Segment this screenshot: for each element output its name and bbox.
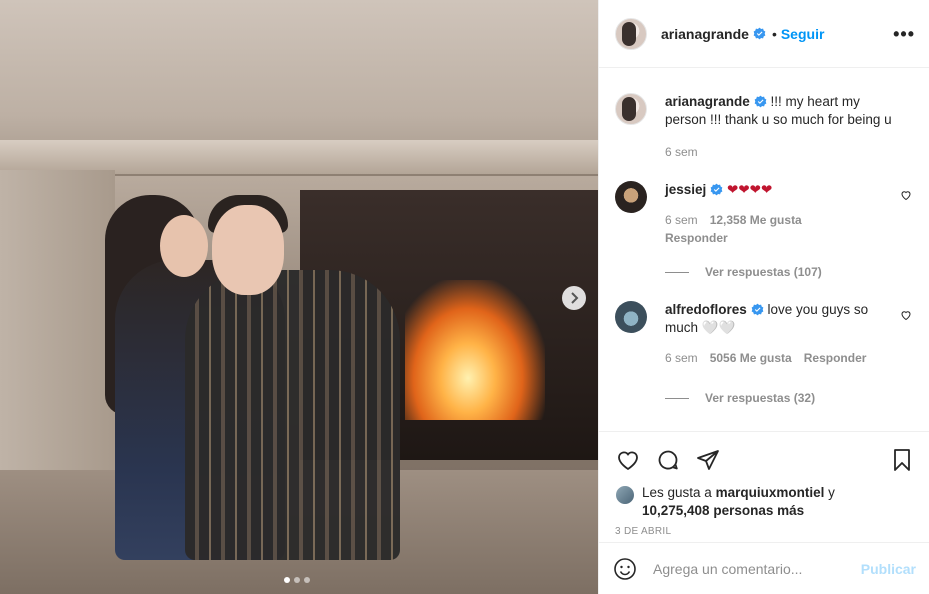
verified-badge-icon xyxy=(753,27,766,40)
publish-button[interactable]: Publicar xyxy=(861,561,916,577)
share-send-icon[interactable] xyxy=(695,448,721,472)
verified-badge-icon xyxy=(751,303,764,316)
liker-username[interactable]: marquiuxmontiel xyxy=(716,485,825,500)
comment-username[interactable]: jessiej xyxy=(665,182,706,197)
replies-divider xyxy=(665,271,689,273)
photo-face-left xyxy=(160,215,208,277)
carousel-indicator xyxy=(284,577,310,583)
author-avatar[interactable] xyxy=(615,17,647,50)
comment-likes[interactable]: 5056 Me gusta xyxy=(710,349,792,367)
separator-dot: • xyxy=(771,25,777,42)
comment-likes[interactable]: 12,358 Me gusta xyxy=(710,211,802,229)
post-actions: Les gusta a marquiuxmontiel y 10,275,408… xyxy=(599,431,929,537)
emoji-icon[interactable] xyxy=(613,557,637,581)
view-replies-label: Ver respuestas (107) xyxy=(705,265,822,279)
comment-item: jessiej ❤❤❤❤ 6 sem 12,358 Me gusta Respo… xyxy=(615,181,914,247)
commenter-avatar[interactable] xyxy=(615,181,647,213)
caption-avatar[interactable] xyxy=(615,93,647,125)
photo-face-right xyxy=(212,205,284,295)
post-side-panel: arianagrande • Seguir ••• arianagrande !… xyxy=(598,0,929,594)
add-comment-bar: Publicar xyxy=(599,542,929,594)
photo-person-right xyxy=(185,270,400,560)
comment-text: ❤❤❤❤ xyxy=(723,182,773,197)
view-replies-label: Ver respuestas (32) xyxy=(705,391,816,405)
comment-item: alfredoflores love you guys so much 🤍🤍 6… xyxy=(615,301,914,367)
comment-time[interactable]: 6 sem xyxy=(665,349,698,367)
carousel-next-button[interactable] xyxy=(562,286,586,310)
verified-badge-icon xyxy=(754,95,767,108)
post-header: arianagrande • Seguir ••• xyxy=(599,0,929,68)
bookmark-icon[interactable] xyxy=(890,447,914,473)
liker-avatar[interactable] xyxy=(615,485,635,505)
more-options-icon[interactable]: ••• xyxy=(893,24,915,45)
photo-pillar xyxy=(0,170,115,470)
comments-list[interactable]: arianagrande !!! my heart my person !!! … xyxy=(599,69,929,431)
view-replies-button[interactable]: Ver respuestas (32) xyxy=(665,391,914,405)
comment-input[interactable] xyxy=(653,560,861,577)
view-replies-button[interactable]: Ver respuestas (107) xyxy=(665,265,914,279)
carousel-dot-active xyxy=(284,577,290,583)
follow-button[interactable]: Seguir xyxy=(781,26,825,42)
like-comment-heart-icon[interactable] xyxy=(900,189,912,201)
likes-summary: Les gusta a marquiuxmontiel y 10,275,408… xyxy=(615,484,914,520)
caption: arianagrande !!! my heart my person !!! … xyxy=(615,93,914,161)
commenter-avatar[interactable] xyxy=(615,301,647,333)
caption-username[interactable]: arianagrande xyxy=(665,94,750,109)
photo-fire xyxy=(405,280,545,420)
post-photo[interactable] xyxy=(0,0,598,594)
caption-time[interactable]: 6 sem xyxy=(665,143,698,161)
comment-time[interactable]: 6 sem xyxy=(665,211,698,229)
carousel-dot xyxy=(304,577,310,583)
comment-bubble-icon[interactable] xyxy=(655,448,681,472)
verified-badge-icon xyxy=(710,183,723,196)
post-date[interactable]: 3 DE ABRIL xyxy=(615,526,914,537)
reply-button[interactable]: Responder xyxy=(804,349,867,367)
likes-others-count[interactable]: 10,275,408 personas más xyxy=(642,503,804,518)
chevron-right-icon xyxy=(571,292,579,304)
like-comment-heart-icon[interactable] xyxy=(900,309,912,321)
carousel-dot xyxy=(294,577,300,583)
like-heart-icon[interactable] xyxy=(615,448,641,472)
likes-connector: y xyxy=(824,485,835,500)
replies-divider xyxy=(665,397,689,399)
comment-username[interactable]: alfredoflores xyxy=(665,302,747,317)
author-username[interactable]: arianagrande xyxy=(661,26,749,42)
likes-prefix: Les gusta a xyxy=(642,485,716,500)
reply-button[interactable]: Responder xyxy=(665,229,901,247)
